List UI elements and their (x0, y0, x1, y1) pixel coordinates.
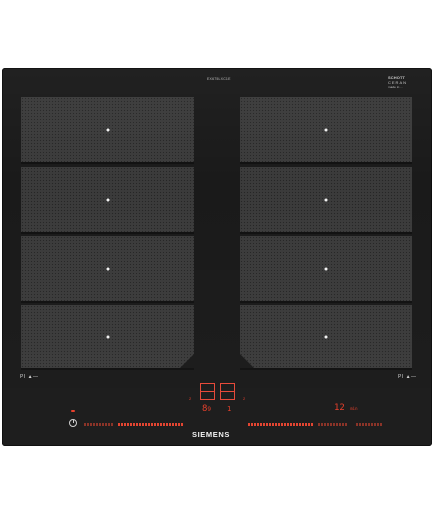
timer-unit: min (350, 406, 358, 411)
slider-left-lead[interactable] (84, 423, 114, 426)
right-small-marker: 2 (243, 396, 246, 401)
zone-center-dot-icon (324, 198, 328, 201)
right-zone-power-level: 1 (227, 405, 232, 413)
power-icon[interactable] (69, 419, 77, 427)
left-small-marker: 2 (189, 396, 192, 401)
glass-badge: SCHOTT CERAN made in ... (388, 75, 412, 90)
left-zone-sub-digit: 9 (207, 406, 212, 413)
power-slider-right[interactable] (248, 423, 314, 426)
rating-mark-right: PI ▲— (398, 374, 417, 380)
rating-mark-left: PI ▲— (20, 374, 39, 380)
cooking-zone-right-4[interactable] (240, 305, 412, 370)
timer-slider[interactable] (356, 423, 382, 426)
cooking-zone-left-1[interactable] (21, 97, 194, 164)
cooking-zone-left-2[interactable] (21, 167, 194, 234)
siemens-logo: SIEMENS (192, 430, 230, 439)
cooking-zone-left-3[interactable] (21, 236, 194, 303)
slider-right-tail[interactable] (318, 423, 348, 426)
cooking-zone-left-4[interactable] (21, 305, 194, 370)
cooktop-product-image: EX675LXC1E SCHOTT CERAN made in ... PI ▲… (0, 0, 435, 515)
cooking-zone-right-1[interactable] (240, 97, 412, 164)
timer-display: 12 min (334, 404, 358, 413)
glass-badge-line3: made in ... (388, 85, 404, 89)
zone-center-dot-icon (324, 335, 328, 338)
model-code-label: EX675LXC1E (207, 77, 231, 81)
zone-center-dot-icon (106, 267, 109, 270)
left-zone-power-level: 89 (202, 405, 211, 414)
timer-value: 12 (334, 403, 345, 413)
flex-zone-display-right (220, 383, 235, 400)
zone-center-dot-icon (106, 198, 109, 201)
zone-center-dot-icon (324, 128, 328, 131)
zone-center-dot-icon (106, 335, 109, 338)
zone-center-dot-icon (324, 267, 328, 270)
cooking-zone-right-2[interactable] (240, 167, 412, 234)
power-on-indicator (71, 410, 75, 412)
zone-center-dot-icon (106, 128, 109, 131)
power-slider-left[interactable] (118, 423, 184, 426)
induction-hob-glass (2, 68, 432, 446)
flex-zone-display-left (200, 383, 215, 400)
cooking-zone-right-3[interactable] (240, 236, 412, 303)
